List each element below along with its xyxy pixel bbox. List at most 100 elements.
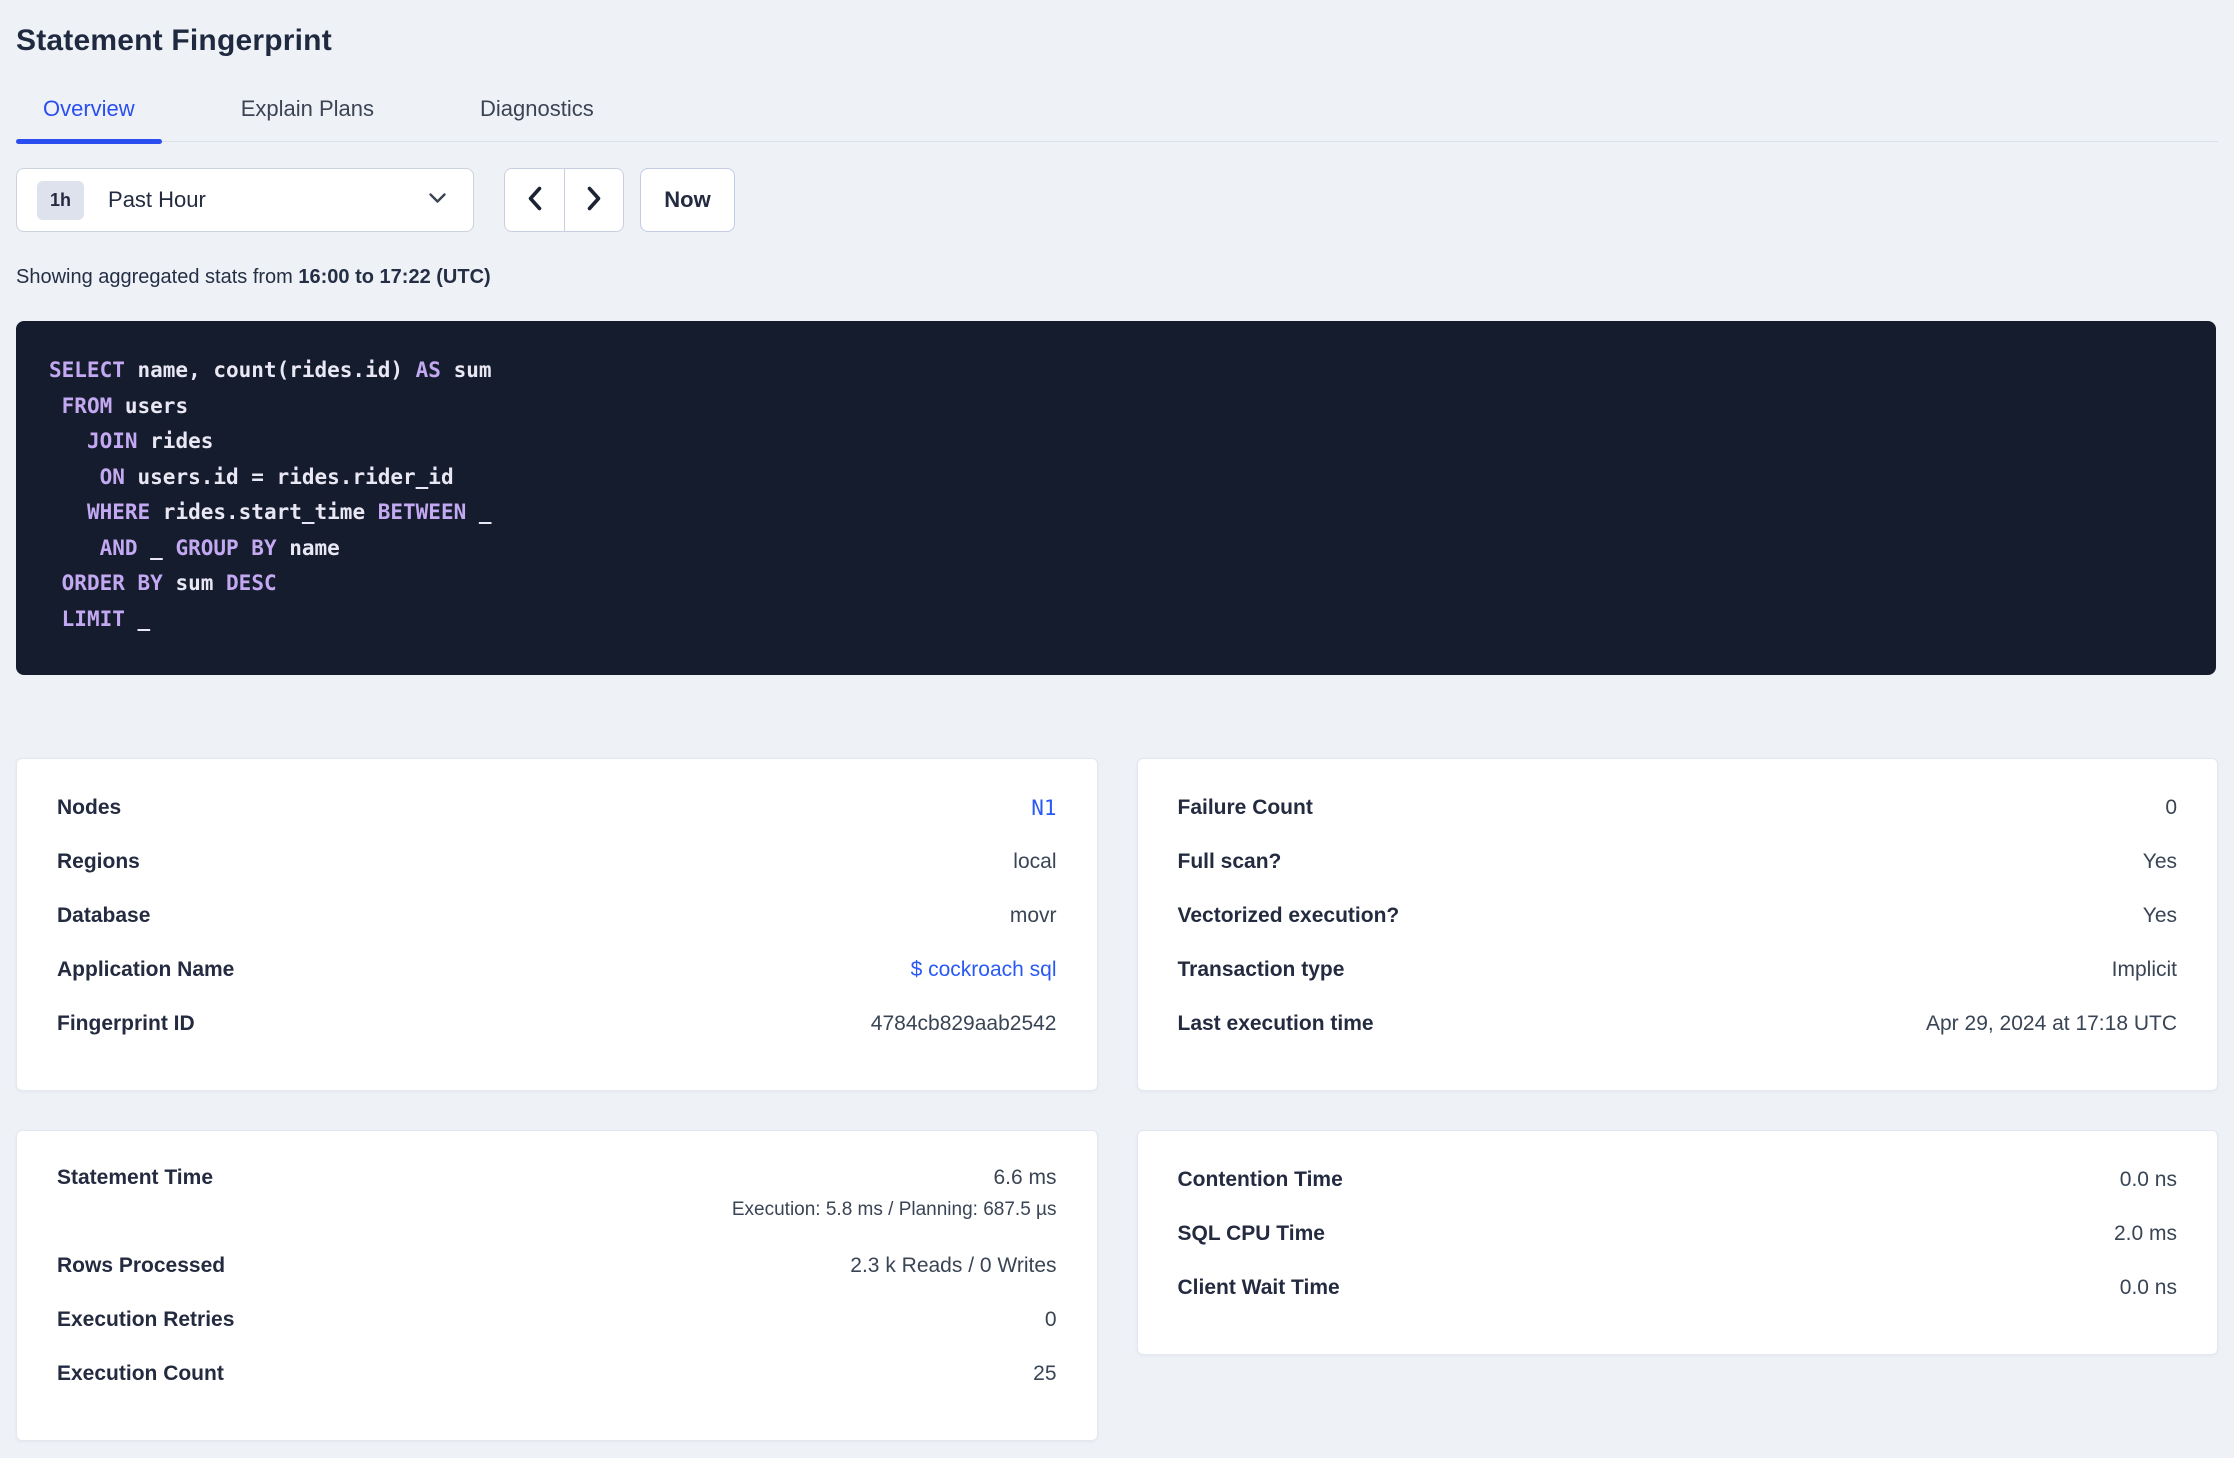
sql-text: users.id = rides.rider_id (124, 464, 454, 489)
sql-line: LIMIT _ (49, 602, 2183, 638)
stats-caption-prefix: Showing aggregated stats from (16, 266, 299, 288)
kv-row-nodes: Nodes N1 (57, 781, 1057, 835)
sql-keyword: FROM (61, 393, 113, 418)
sql-text: _ (137, 535, 176, 560)
sql-keyword: ON (99, 464, 125, 489)
kv-value: Apr 29, 2024 at 17:18 UTC (1926, 1012, 2177, 1035)
sql-text: rides.start_time (150, 500, 378, 524)
kv-value-stack: 6.6 ms Execution: 5.8 ms / Planning: 687… (732, 1166, 1057, 1221)
tabbar: Overview Explain Plans Diagnostics (16, 96, 2218, 144)
sql-keyword: BETWEEN (377, 500, 467, 524)
kv-row-last-execution-time: Last execution time Apr 29, 2024 at 17:1… (1178, 997, 2178, 1051)
sql-text: sum (162, 571, 227, 595)
sql-line: WHERE rides.start_time BETWEEN _ (49, 495, 2183, 531)
sql-line: JOIN rides (49, 424, 2183, 460)
kv-value: 25 (1033, 1362, 1057, 1385)
tab-overview[interactable]: Overview (16, 96, 162, 144)
wait-times-card: Contention Time 0.0 ns SQL CPU Time 2.0 … (1136, 1130, 2218, 1355)
time-range-label: Past Hour (108, 187, 206, 212)
tab-diagnostics-label: Diagnostics (480, 96, 594, 121)
kv-row-full-scan: Full scan? Yes (1178, 835, 2178, 889)
kv-value: Yes (2142, 904, 2177, 927)
sql-text: _ (124, 606, 151, 631)
kv-label: Rows Processed (57, 1254, 226, 1277)
kv-label: Contention Time (1177, 1168, 1343, 1191)
stats-caption-range: 16:00 to 17:22 (UTC) (298, 266, 491, 288)
kv-label: Failure Count (1177, 796, 1313, 819)
time-range-stepper (504, 168, 624, 232)
kv-row-sql-cpu-time: SQL CPU Time 2.0 ms (1178, 1207, 2178, 1261)
kv-value: Implicit (2111, 958, 2177, 981)
tab-diagnostics[interactable]: Diagnostics (453, 96, 621, 141)
time-controls: 1h Past Hour Now (16, 168, 2218, 232)
kv-label: Full scan? (1177, 850, 1282, 873)
kv-label: Fingerprint ID (57, 1012, 195, 1035)
prev-range-button[interactable] (505, 169, 564, 231)
sql-text: sum (440, 358, 492, 382)
kv-row-execution-retries: Execution Retries 0 (57, 1293, 1057, 1347)
kv-row-application-name: Application Name $ cockroach sql (57, 943, 1057, 997)
kv-label: Execution Retries (57, 1308, 235, 1331)
kv-row-failure-count: Failure Count 0 (1178, 781, 2178, 835)
tab-explain-plans[interactable]: Explain Plans (214, 96, 401, 141)
time-range-select[interactable]: 1h Past Hour (16, 168, 474, 232)
kv-label: Execution Count (57, 1362, 224, 1385)
kv-value: 2.0 ms (2113, 1222, 2177, 1245)
kv-value: 0 (2165, 796, 2177, 819)
sql-statement-box: SELECT name, count(rides.id) AS sum FROM… (16, 321, 2216, 675)
kv-label: Last execution time (1177, 1012, 1374, 1035)
kv-value: 0 (1044, 1308, 1057, 1331)
kv-sub-value: Execution: 5.8 ms / Planning: 687.5 µs (731, 1199, 1057, 1220)
sql-line: FROM users (49, 389, 2183, 425)
kv-row-regions: Regions local (57, 835, 1057, 889)
sql-line: ON users.id = rides.rider_id (49, 460, 2183, 496)
sql-keyword: AND (99, 535, 138, 560)
kv-label: Application Name (57, 958, 235, 981)
kv-value: local (1013, 850, 1057, 873)
sql-keyword: AS (415, 358, 441, 382)
kv-label: Database (57, 904, 151, 927)
app-name-link[interactable]: $ cockroach sql (911, 958, 1057, 982)
kv-row-client-wait-time: Client Wait Time 0.0 ns (1178, 1261, 2178, 1315)
sql-keyword: LIMIT (61, 606, 125, 631)
node-link[interactable]: N1 (1031, 796, 1056, 820)
kv-row-rows-processed: Rows Processed 2.3 k Reads / 0 Writes (57, 1239, 1057, 1293)
stats-cards: Nodes N1 Regions local Database movr App… (16, 758, 2218, 1441)
sql-text: _ (466, 500, 492, 524)
sql-text: rides (137, 429, 214, 453)
kv-label: Statement Time (57, 1166, 213, 1189)
execution-attributes-card: Failure Count 0 Full scan? Yes Vectorize… (1136, 758, 2218, 1091)
sql-keyword: WHERE (86, 500, 151, 524)
statement-fingerprint-page: Statement Fingerprint Overview Explain P… (0, 0, 2234, 1441)
kv-label: Regions (57, 850, 140, 873)
kv-row-vectorized: Vectorized execution? Yes (1178, 889, 2178, 943)
sql-keyword: GROUP BY (175, 535, 277, 560)
sql-text: name, count(rides.id) (124, 358, 416, 382)
now-button[interactable]: Now (640, 168, 735, 232)
sql-keyword: ORDER BY (61, 571, 163, 595)
sql-line: ORDER BY sum DESC (49, 566, 2183, 602)
kv-label: Nodes (57, 796, 122, 819)
chevron-right-icon (586, 185, 603, 215)
kv-row-fingerprint-id: Fingerprint ID 4784cb829aab2542 (57, 997, 1057, 1051)
statement-times-card: Statement Time 6.6 ms Execution: 5.8 ms … (16, 1130, 1098, 1441)
kv-row-database: Database movr (57, 889, 1057, 943)
sql-line: AND _ GROUP BY name (49, 531, 2183, 567)
tab-overview-label: Overview (43, 96, 135, 121)
kv-value: 4784cb829aab2542 (870, 1012, 1057, 1035)
sql-keyword: JOIN (86, 429, 138, 453)
next-range-button[interactable] (564, 169, 623, 231)
kv-row-execution-count: Execution Count 25 (57, 1347, 1057, 1401)
chevron-left-icon (526, 185, 543, 215)
chevron-down-icon (428, 191, 447, 209)
kv-label: Vectorized execution? (1177, 904, 1400, 927)
tab-explain-plans-label: Explain Plans (240, 96, 374, 121)
kv-value: 0.0 ns (2119, 1276, 2177, 1299)
kv-label: Client Wait Time (1177, 1276, 1340, 1299)
